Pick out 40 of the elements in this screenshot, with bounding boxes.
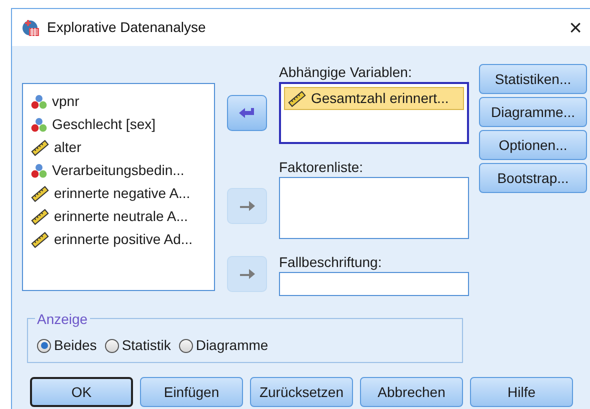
radio-option[interactable]: Statistik (104, 335, 171, 356)
radio-button[interactable] (104, 338, 119, 352)
variable-item[interactable]: vpnr (27, 90, 210, 113)
radio-button[interactable] (178, 338, 193, 352)
window-title: Explorative Datenanalyse (47, 18, 206, 37)
radio-option[interactable]: Beides (37, 335, 97, 356)
dialog-button[interactable]: Einfügen (140, 377, 243, 407)
radio-button[interactable] (37, 338, 51, 352)
colored-balls-icon (31, 162, 47, 178)
dialog-button[interactable]: Statistiken... (479, 64, 587, 94)
move-button[interactable] (227, 95, 267, 131)
dialog-button[interactable]: Bootstrap... (479, 163, 587, 193)
field-label: Abhängige Variablen: (279, 63, 413, 82)
variable-item[interactable]: erinnerte positive Ad... (27, 228, 210, 251)
variable-item[interactable]: alter (27, 136, 210, 159)
radio-option[interactable]: Diagramme (178, 335, 268, 356)
field-label: Fallbeschriftung: (279, 253, 383, 272)
dialog-button[interactable]: Diagramme... (479, 97, 587, 127)
arrow-icon (238, 199, 256, 213)
variable-item[interactable]: Geschlecht [sex] (27, 113, 210, 136)
field-label: Faktorenliste: (279, 158, 364, 177)
variable-item[interactable]: Gesamtzahl erinnert... (284, 87, 464, 110)
dialog-button[interactable]: Optionen... (479, 130, 587, 160)
variable-item[interactable]: erinnerte negative A... (27, 182, 210, 205)
app-icon (22, 18, 40, 36)
target-list[interactable] (279, 177, 469, 239)
variable-item[interactable]: erinnerte neutrale A... (27, 205, 210, 228)
arrow-icon (238, 267, 256, 281)
dialog-button[interactable]: Abbrechen (360, 377, 463, 407)
dialog-button[interactable]: OK (30, 377, 133, 407)
colored-balls-icon (31, 94, 47, 110)
dialog-button[interactable]: Zurücksetzen (250, 377, 353, 407)
dialog-button[interactable]: Hilfe (470, 377, 573, 407)
variable-item[interactable]: Verarbeitungsbedin... (27, 159, 210, 182)
target-list[interactable] (279, 272, 469, 296)
colored-balls-icon (31, 116, 47, 132)
arrow-icon (238, 106, 256, 120)
target-list[interactable]: Gesamtzahl erinnert... (279, 82, 469, 144)
close-button[interactable]: × (567, 16, 584, 38)
ruler-icon (288, 90, 306, 106)
